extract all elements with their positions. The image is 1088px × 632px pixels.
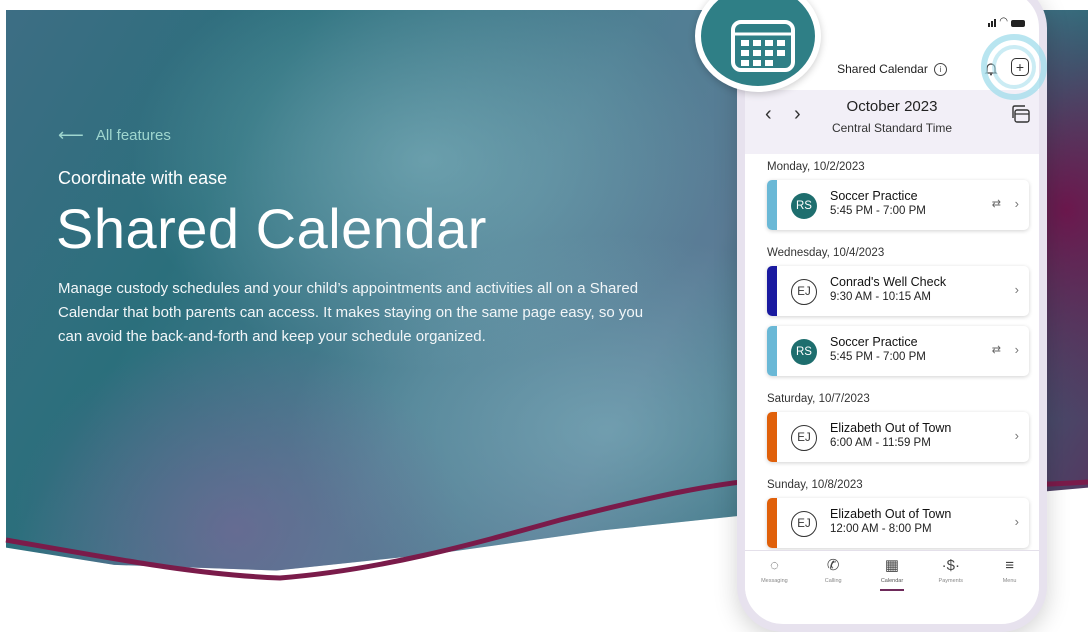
- event-list: Monday, 10/2/2023 RS Soccer Practice 5:4…: [745, 154, 1039, 584]
- chevron-right-icon: ›: [1014, 428, 1019, 443]
- chevron-right-icon: ›: [1014, 282, 1019, 297]
- nav-item-label: Messaging: [761, 578, 788, 584]
- avatar: EJ: [791, 425, 817, 451]
- avatar: RS: [791, 193, 817, 219]
- event-time: 5:45 PM - 7:00 PM: [830, 351, 926, 363]
- nav-item-calendar[interactable]: ▦ Calendar: [863, 551, 922, 597]
- nav-item-label: Calendar: [880, 578, 904, 584]
- nav-item-label: Calling: [824, 578, 842, 584]
- calendar-icon: [731, 20, 795, 72]
- eyebrow-text: Coordinate with ease: [58, 168, 228, 188]
- event-title: Conrad's Well Check: [830, 275, 947, 289]
- phone-icon: ✆: [826, 557, 840, 574]
- feature-description: Manage custody schedules and your child’…: [58, 280, 644, 345]
- avatar: RS: [791, 339, 817, 365]
- day-header: Saturday, 10/7/2023: [767, 393, 870, 405]
- nav-item-calling[interactable]: ✆ Calling: [804, 551, 863, 597]
- event-title: Elizabeth Out of Town: [830, 421, 952, 435]
- page-title: Shared Calendar: [56, 197, 487, 260]
- day-header: Monday, 10/2/2023: [767, 161, 865, 173]
- chevron-right-icon: ›: [1014, 514, 1019, 529]
- bottom-navigation: ◌ Messaging ✆ Calling ▦ Calendar ·$· Pay…: [745, 550, 1039, 597]
- event-time: 6:00 AM - 11:59 PM: [830, 437, 931, 449]
- arrow-left-icon: ⟵: [58, 125, 84, 145]
- app-header-title: Shared Calendar: [837, 62, 928, 76]
- all-features-link[interactable]: ⟵ All features: [58, 126, 171, 144]
- repeat-icon: ⇄: [991, 344, 1001, 356]
- nav-item-messaging[interactable]: ◌ Messaging: [745, 551, 804, 597]
- event-time: 5:45 PM - 7:00 PM: [830, 205, 926, 217]
- menu-icon: ≡: [1005, 557, 1014, 574]
- info-icon[interactable]: i: [933, 62, 947, 76]
- highlight-ring: [981, 34, 1047, 100]
- all-features-label: All features: [95, 126, 171, 144]
- event-card[interactable]: EJ Elizabeth Out of Town 12:00 AM - 8:00…: [767, 498, 1029, 548]
- day-header: Sunday, 10/8/2023: [767, 479, 863, 491]
- nav-item-payments[interactable]: ·$· Payments: [921, 551, 980, 597]
- event-card[interactable]: EJ Elizabeth Out of Town 6:00 AM - 11:59…: [767, 412, 1029, 462]
- chat-icon: ◌: [769, 557, 779, 574]
- nav-item-label: Payments: [938, 578, 964, 584]
- event-color-stripe: [767, 266, 777, 316]
- event-time: 12:00 AM - 8:00 PM: [830, 523, 932, 535]
- event-card[interactable]: RS Soccer Practice 5:45 PM - 7:00 PM ⇄ ›: [767, 326, 1029, 376]
- chevron-right-icon: ›: [1014, 196, 1019, 211]
- event-color-stripe: [767, 412, 777, 462]
- dollar-icon: ·$·: [941, 557, 960, 574]
- event-title: Elizabeth Out of Town: [830, 507, 952, 521]
- calendar-icon: ▦: [884, 557, 900, 574]
- nav-item-menu[interactable]: ≡ Menu: [980, 551, 1039, 597]
- repeat-icon: ⇄: [991, 198, 1001, 210]
- event-title: Soccer Practice: [830, 335, 918, 349]
- avatar: EJ: [791, 279, 817, 305]
- event-card[interactable]: RS Soccer Practice 5:45 PM - 7:00 PM ⇄ ›: [767, 180, 1029, 230]
- event-time: 9:30 AM - 10:15 AM: [830, 291, 932, 303]
- timezone-label: Central Standard Time: [831, 121, 953, 135]
- event-color-stripe: [767, 180, 777, 230]
- chevron-right-icon: ›: [1014, 342, 1019, 357]
- event-color-stripe: [767, 326, 777, 376]
- day-header: Wednesday, 10/4/2023: [767, 247, 885, 259]
- nav-item-label: Menu: [1002, 578, 1017, 584]
- avatar: EJ: [791, 511, 817, 537]
- event-title: Soccer Practice: [830, 189, 918, 203]
- event-card[interactable]: EJ Conrad's Well Check 9:30 AM - 10:15 A…: [767, 266, 1029, 316]
- event-color-stripe: [767, 498, 777, 548]
